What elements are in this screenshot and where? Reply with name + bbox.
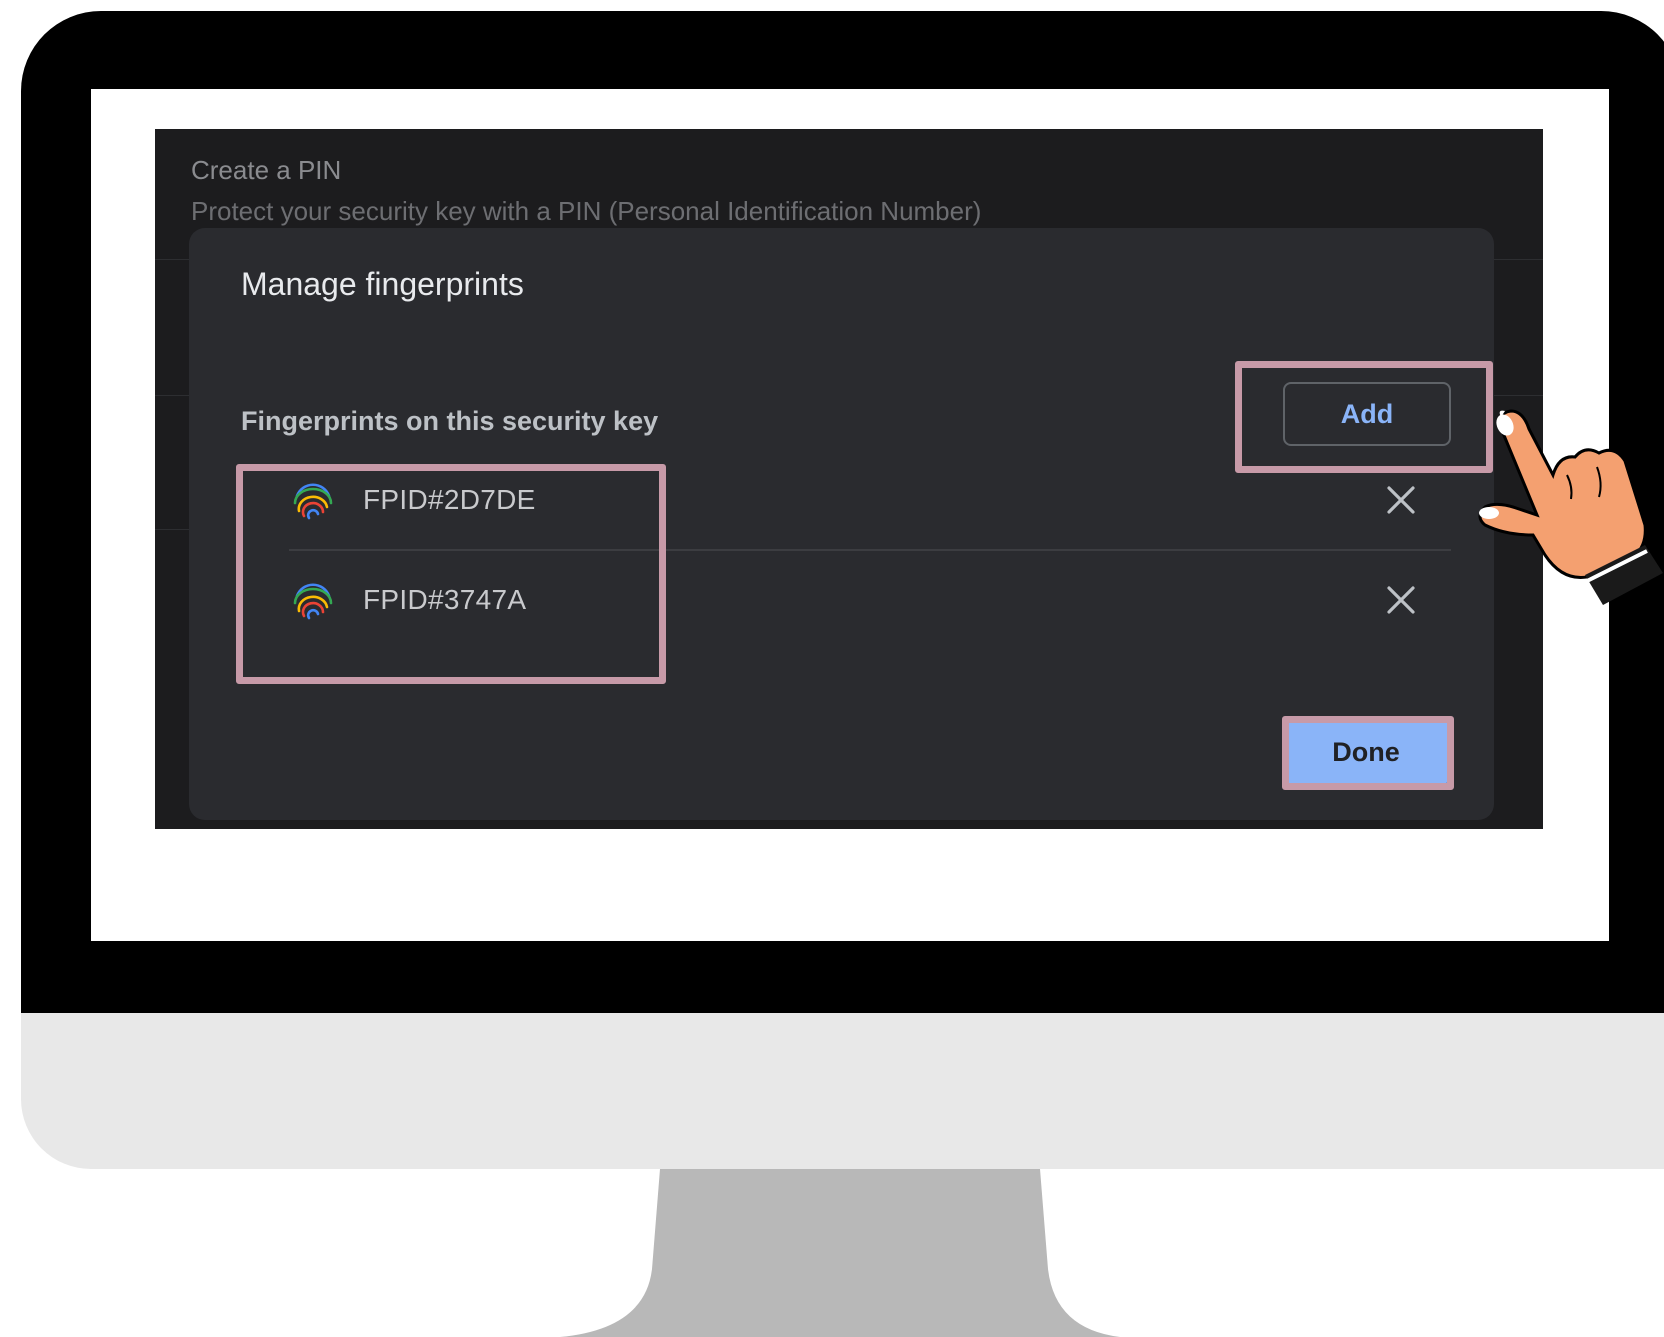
remove-fingerprint-close-icon[interactable] xyxy=(1379,478,1423,522)
monitor-chin xyxy=(21,1013,1664,1169)
dialog-title: Manage fingerprints xyxy=(241,266,524,302)
fingerprints-section-label: Fingerprints on this security key xyxy=(241,406,659,436)
pointing-hand-icon xyxy=(1478,409,1663,605)
create-pin-title[interactable]: Create a PIN xyxy=(191,155,341,186)
done-button-highlight xyxy=(1282,716,1454,790)
remove-fingerprint-close-icon[interactable] xyxy=(1379,578,1423,622)
fingerprint-list-highlight xyxy=(236,464,666,684)
create-pin-description: Protect your security key with a PIN (Pe… xyxy=(191,196,982,226)
monitor-stand xyxy=(560,1169,1120,1337)
add-button-highlight xyxy=(1235,361,1493,473)
